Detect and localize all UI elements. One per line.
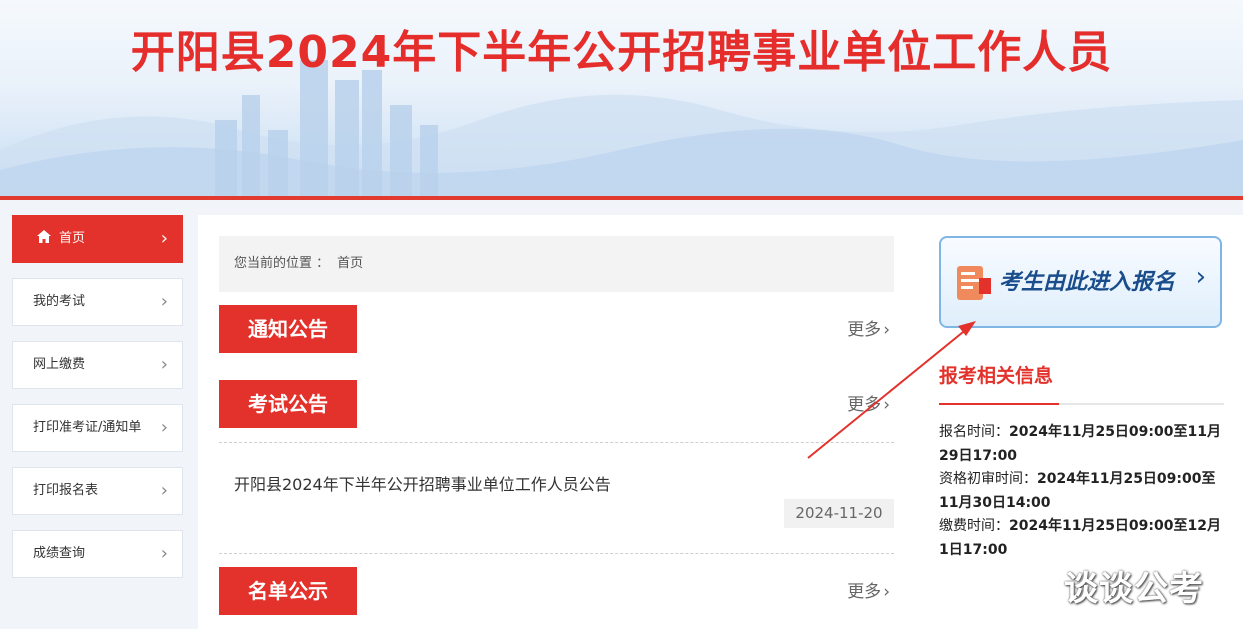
- section-lists: 名单公示 更多 ›: [219, 567, 894, 615]
- chevron-right-icon: ›: [883, 395, 890, 415]
- sidebar-item-print-form[interactable]: 打印报名表 ›: [12, 467, 183, 515]
- info-registration-time: 报名时间：2024年11月25日09:00至11月29日17:00: [939, 421, 1221, 468]
- news-item-title[interactable]: 开阳县2024年下半年公开招聘事业单位工作人员公告: [234, 471, 611, 495]
- sidebar-item-my-exams[interactable]: 我的考试 ›: [12, 278, 183, 326]
- section-notices: 通知公告 更多 ›: [219, 305, 894, 353]
- more-link[interactable]: 更多 ›: [847, 577, 890, 602]
- section-title: 考试公告: [219, 380, 357, 428]
- chevron-right-icon: ›: [883, 582, 890, 602]
- more-label: 更多: [847, 320, 882, 340]
- breadcrumb-label: 您当前的位置 ：: [234, 256, 330, 271]
- sidebar-item-label: 网上缴费: [33, 357, 86, 372]
- divider: [219, 553, 894, 554]
- info-label: 资格初审时间：: [939, 471, 1037, 487]
- sidebar-item-label: 我的考试: [33, 294, 86, 309]
- section-title: 通知公告: [219, 305, 357, 353]
- info-label: 缴费时间：: [939, 518, 1009, 534]
- home-icon: [37, 230, 51, 243]
- info-divider: [939, 403, 1224, 405]
- more-label: 更多: [847, 395, 882, 415]
- chevron-right-icon: ›: [160, 354, 168, 375]
- sidebar-item-label: 成绩查询: [33, 546, 86, 561]
- document-icon: [957, 266, 991, 300]
- header-banner: 开阳县2024年下半年公开招聘事业单位工作人员: [0, 0, 1243, 196]
- sidebar-item-label: 打印报名表: [33, 483, 99, 498]
- info-list: 报名时间：2024年11月25日09:00至11月29日17:00 资格初审时间…: [939, 421, 1221, 562]
- info-payment-time: 缴费时间：2024年11月25日09:00至12月1日17:00: [939, 515, 1221, 562]
- more-link[interactable]: 更多 ›: [847, 315, 890, 340]
- sidebar-item-print-admission[interactable]: 打印准考证/通知单 ›: [12, 404, 183, 452]
- sidebar-item-online-payment[interactable]: 网上缴费 ›: [12, 341, 183, 389]
- more-link[interactable]: 更多 ›: [847, 390, 890, 415]
- chevron-right-icon: ›: [160, 228, 168, 249]
- more-label: 更多: [847, 582, 882, 602]
- section-title: 名单公示: [219, 567, 357, 615]
- sidebar-item-label: 打印准考证/通知单: [33, 420, 142, 435]
- sidebar-item-label: 首页: [59, 231, 86, 246]
- info-label: 报名时间：: [939, 424, 1009, 440]
- info-review-time: 资格初审时间：2024年11月25日09:00至11月30日14:00: [939, 468, 1221, 515]
- chevron-right-icon: ›: [160, 543, 168, 564]
- info-title: 报考相关信息: [939, 365, 1054, 387]
- chevron-right-icon: ›: [160, 417, 168, 438]
- banner-divider: [0, 196, 1243, 200]
- sidebar-item-home[interactable]: 首页 ›: [12, 215, 183, 263]
- register-button[interactable]: 考生由此进入报名 ›: [939, 236, 1222, 328]
- chevron-right-icon: ›: [883, 320, 890, 340]
- sidebar-item-score-query[interactable]: 成绩查询 ›: [12, 530, 183, 578]
- divider: [219, 442, 894, 443]
- sidebar-nav: 首页 › 我的考试 › 网上缴费 › 打印准考证/通知单 › 打印报名表 › 成…: [12, 215, 183, 593]
- section-exam-announcements: 考试公告 更多 ›: [219, 380, 894, 428]
- chevron-right-icon: ›: [1195, 262, 1206, 292]
- register-button-label: 考生由此进入报名: [999, 270, 1176, 295]
- watermark: 谈谈公考: [1064, 569, 1204, 609]
- news-item-date: 2024-11-20: [784, 499, 894, 528]
- breadcrumb-current[interactable]: 首页: [337, 256, 363, 271]
- site-title: 开阳县2024年下半年公开招聘事业单位工作人员: [130, 27, 1113, 78]
- chevron-right-icon: ›: [160, 480, 168, 501]
- breadcrumb: 您当前的位置 ： 首页: [219, 236, 894, 292]
- chevron-right-icon: ›: [160, 291, 168, 312]
